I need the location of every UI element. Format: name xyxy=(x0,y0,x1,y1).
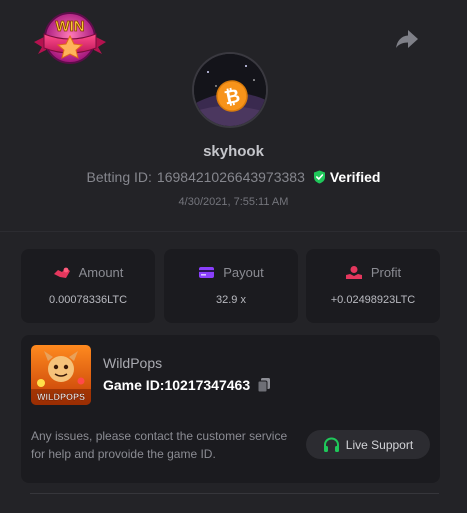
profit-icon xyxy=(345,266,362,279)
help-text: Any issues, please contact the customer … xyxy=(31,429,288,461)
share-arrow-icon xyxy=(396,30,418,48)
payout-icon xyxy=(199,267,215,278)
live-support-label: Live Support xyxy=(345,437,414,452)
stat-label-amount: Amount xyxy=(78,265,124,280)
divider xyxy=(0,231,467,232)
copy-button[interactable] xyxy=(257,377,271,393)
game-thumbnail[interactable]: WILDPOPS xyxy=(31,345,91,405)
stat-head-amount: Amount xyxy=(21,265,155,280)
copy-icon xyxy=(257,378,271,393)
stat-label-payout: Payout xyxy=(223,265,264,280)
stat-card-profit: Profit +0.02498923LTC xyxy=(306,249,440,323)
shield-check-icon xyxy=(313,170,325,184)
game-id-label: Game ID: xyxy=(103,377,165,393)
headset-icon xyxy=(323,436,339,452)
bet-timestamp: 4/30/2021, 7:55:11 AM xyxy=(178,196,289,208)
stat-head-profit: Profit xyxy=(306,265,440,280)
game-id-row: Game ID: 10217347463 xyxy=(103,377,271,393)
stat-card-amount: Amount 0.00078336LTC xyxy=(21,249,155,323)
stat-label-profit: Profit xyxy=(370,265,402,280)
betting-id-row: Betting ID: 1698421026643973383 Verified xyxy=(0,169,467,185)
game-id-value: 10217347463 xyxy=(164,377,251,393)
bet-details-page: WIN ₿ skyhook Betting ID: 16984210266439… xyxy=(0,0,467,513)
verified-label: Verified xyxy=(329,169,381,185)
stat-card-payout: Payout 32.9 x xyxy=(164,249,298,323)
stat-head-payout: Payout xyxy=(164,265,298,280)
verified-badge: Verified xyxy=(313,169,381,185)
betting-id-label: Betting ID: xyxy=(86,169,152,185)
game-name[interactable]: WildPops xyxy=(103,355,162,371)
amount-icon xyxy=(53,267,70,278)
share-button[interactable] xyxy=(394,27,420,51)
win-badge: WIN xyxy=(32,10,108,66)
avatar: ₿ xyxy=(194,54,266,126)
game-card: WILDPOPS WildPops Game ID: 10217347463 A… xyxy=(21,335,440,483)
stat-value-profit: +0.02498923LTC xyxy=(330,294,416,306)
stat-value-payout: 32.9 x xyxy=(216,294,246,306)
game-thumb-text: WILDPOPS xyxy=(37,392,85,402)
betting-id-value: 1698421026643973383 xyxy=(156,169,305,185)
badge-text: WIN xyxy=(55,18,84,35)
divider xyxy=(30,493,439,494)
stat-value-amount: 0.00078336LTC xyxy=(48,294,128,306)
username: skyhook xyxy=(203,143,264,160)
live-support-button[interactable]: Live Support xyxy=(306,430,430,459)
